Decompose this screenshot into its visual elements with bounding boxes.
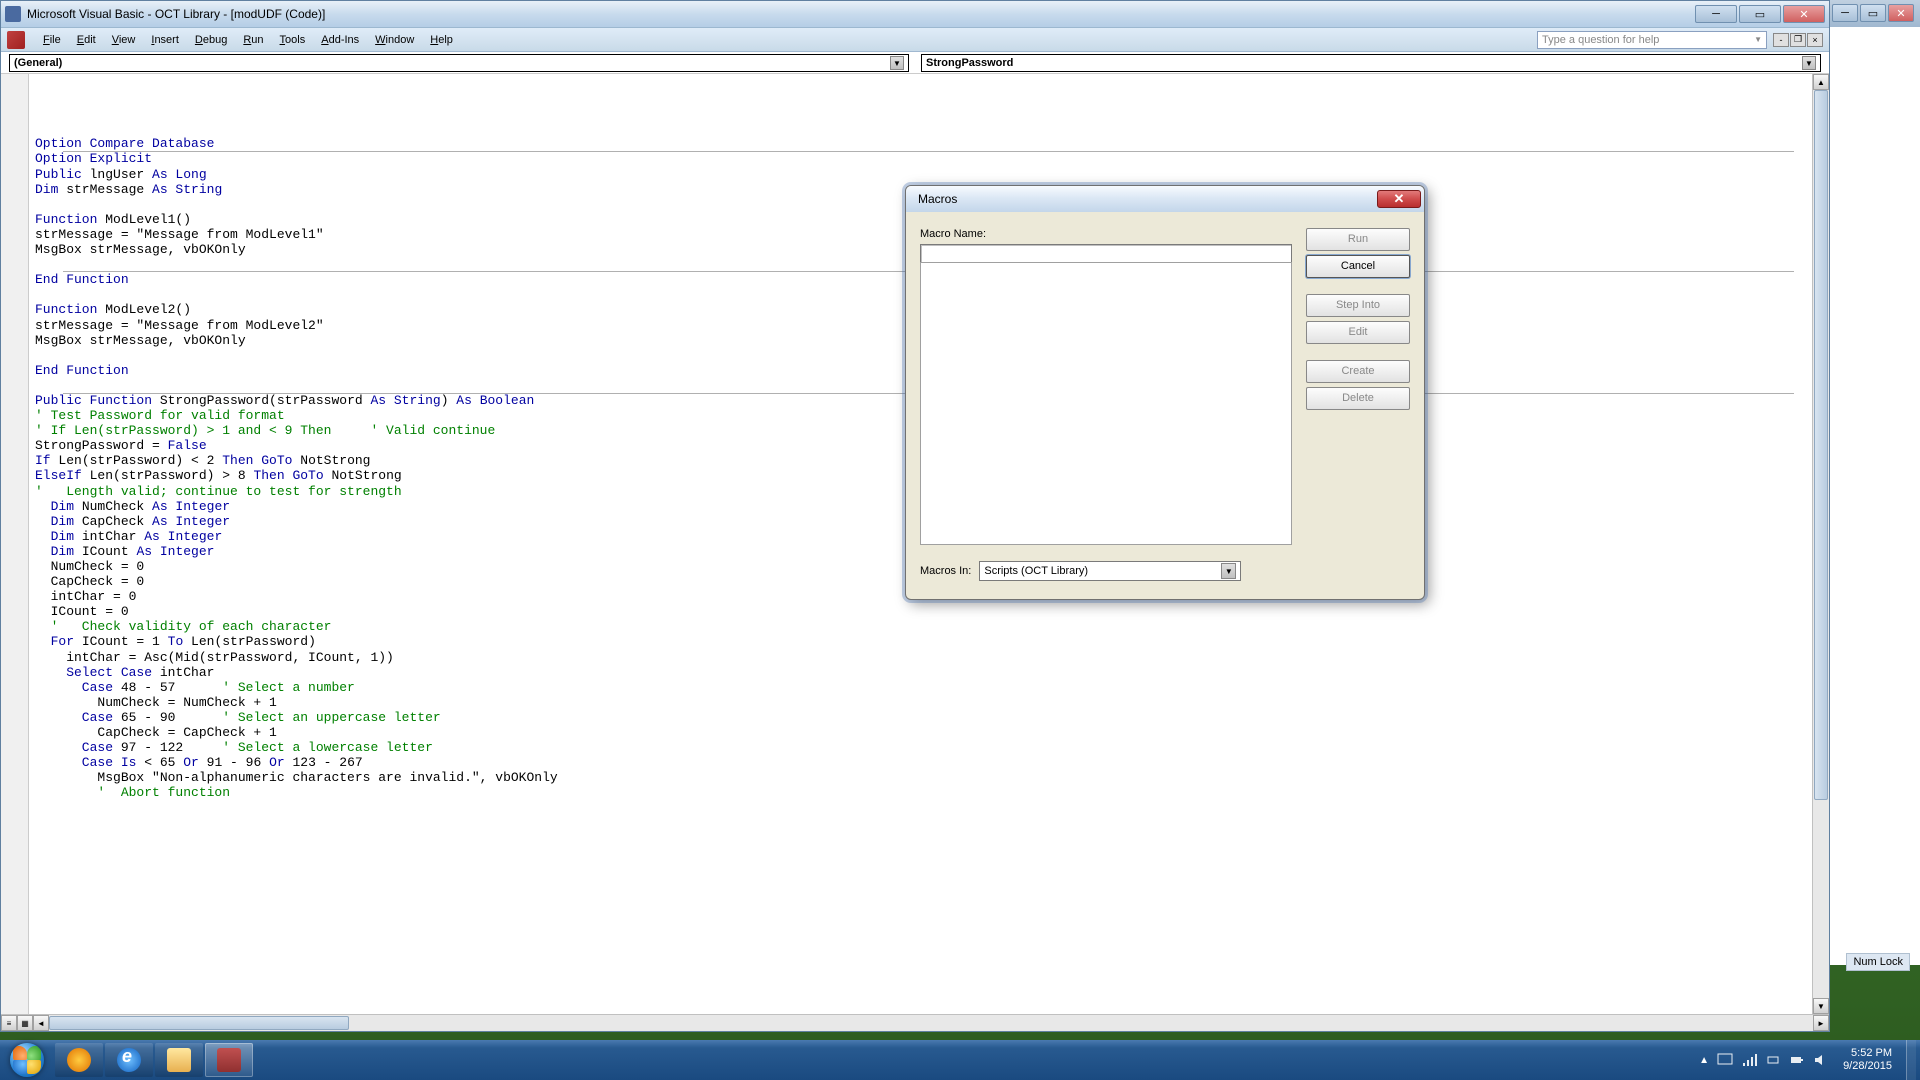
macros-in-label: Macros In: bbox=[920, 565, 971, 577]
macros-dialog: Macros ✕ Macro Name: Run Cancel Step Int… bbox=[905, 185, 1425, 600]
taskbar-explorer[interactable] bbox=[155, 1043, 203, 1077]
procedure-combo[interactable]: StrongPassword ▼ bbox=[921, 54, 1821, 72]
run-button: Run bbox=[1306, 228, 1410, 251]
show-desktop-button[interactable] bbox=[1906, 1040, 1916, 1080]
titlebar: Microsoft Visual Basic - OCT Library - [… bbox=[1, 1, 1829, 28]
windows-icon bbox=[10, 1043, 44, 1077]
scroll-up-icon[interactable]: ▲ bbox=[1813, 74, 1829, 90]
macro-name-label: Macro Name: bbox=[920, 228, 1292, 240]
dialog-title: Macros bbox=[918, 192, 957, 206]
mdi-restore-button[interactable]: ❐ bbox=[1790, 33, 1806, 47]
chevron-down-icon[interactable]: ▼ bbox=[890, 56, 904, 70]
macro-list[interactable] bbox=[920, 262, 1292, 545]
chevron-down-icon[interactable]: ▼ bbox=[1221, 563, 1236, 579]
close-button[interactable]: ✕ bbox=[1783, 5, 1825, 23]
power-icon[interactable] bbox=[1765, 1052, 1781, 1068]
clock-time: 5:52 PM bbox=[1843, 1047, 1892, 1060]
create-button: Create bbox=[1306, 360, 1410, 383]
object-combo[interactable]: (General) ▼ bbox=[9, 54, 909, 72]
folder-icon bbox=[167, 1048, 191, 1072]
vertical-scrollbar[interactable]: ▲ ▼ bbox=[1812, 74, 1829, 1014]
scroll-thumb[interactable] bbox=[1814, 90, 1828, 800]
menu-tools[interactable]: Tools bbox=[272, 31, 314, 49]
taskbar-wmp[interactable] bbox=[55, 1043, 103, 1077]
scroll-down-icon[interactable]: ▼ bbox=[1813, 998, 1829, 1014]
app-icon bbox=[5, 6, 21, 22]
menu-edit[interactable]: Edit bbox=[69, 31, 104, 49]
macro-name-input[interactable] bbox=[920, 244, 1292, 263]
scroll-left-icon[interactable]: ◄ bbox=[33, 1015, 49, 1031]
scroll-right-icon[interactable]: ► bbox=[1813, 1015, 1829, 1031]
action-center-icon[interactable] bbox=[1717, 1052, 1733, 1068]
taskbar-access[interactable] bbox=[205, 1043, 253, 1077]
tray-overflow-icon[interactable]: ▲ bbox=[1699, 1055, 1709, 1066]
maximize-button[interactable]: ▭ bbox=[1739, 5, 1781, 23]
scroll-thumb[interactable] bbox=[49, 1016, 349, 1030]
macros-in-value: Scripts (OCT Library) bbox=[984, 565, 1088, 577]
mdi-close-button[interactable]: × bbox=[1807, 33, 1823, 47]
menu-addins[interactable]: Add-Ins bbox=[313, 31, 367, 49]
clock[interactable]: 5:52 PM 9/28/2015 bbox=[1837, 1047, 1898, 1073]
horizontal-scrollbar[interactable] bbox=[49, 1015, 1813, 1031]
object-combo-value: (General) bbox=[14, 57, 62, 69]
internet-explorer-icon bbox=[117, 1048, 141, 1072]
dialog-titlebar: Macros ✕ bbox=[906, 186, 1424, 212]
bg-close-button[interactable]: ✕ bbox=[1888, 4, 1914, 22]
status-numlock: Num Lock bbox=[1846, 953, 1910, 971]
procedure-combo-value: StrongPassword bbox=[926, 57, 1013, 69]
mdi-minimize-button[interactable]: - bbox=[1773, 33, 1789, 47]
step-into-button: Step Into bbox=[1306, 294, 1410, 317]
menu-window[interactable]: Window bbox=[367, 31, 422, 49]
network-icon[interactable] bbox=[1741, 1052, 1757, 1068]
menu-file[interactable]: File bbox=[35, 31, 69, 49]
view-full-button[interactable]: ▦ bbox=[17, 1015, 33, 1031]
clock-date: 9/28/2015 bbox=[1843, 1060, 1892, 1073]
battery-icon[interactable] bbox=[1789, 1052, 1805, 1068]
taskbar: ▲ 5:52 PM 9/28/2015 bbox=[0, 1040, 1920, 1080]
bg-minimize-button[interactable]: ─ bbox=[1832, 4, 1858, 22]
edit-button: Edit bbox=[1306, 321, 1410, 344]
bg-restore-button[interactable]: ▭ bbox=[1860, 4, 1886, 22]
access-icon bbox=[217, 1048, 241, 1072]
menu-view[interactable]: View bbox=[104, 31, 144, 49]
help-search-input[interactable]: Type a question for help ▼ bbox=[1537, 31, 1767, 49]
access-icon bbox=[7, 31, 25, 49]
cancel-button[interactable]: Cancel bbox=[1306, 255, 1410, 278]
menu-insert[interactable]: Insert bbox=[143, 31, 187, 49]
window-title: Microsoft Visual Basic - OCT Library - [… bbox=[27, 7, 1695, 21]
minimize-button[interactable]: ─ bbox=[1695, 5, 1737, 23]
chevron-down-icon[interactable]: ▼ bbox=[1802, 56, 1816, 70]
delete-button: Delete bbox=[1306, 387, 1410, 410]
help-placeholder: Type a question for help bbox=[1542, 34, 1659, 46]
taskbar-ie[interactable] bbox=[105, 1043, 153, 1077]
media-player-icon bbox=[67, 1048, 91, 1072]
menu-run[interactable]: Run bbox=[235, 31, 271, 49]
dialog-close-button[interactable]: ✕ bbox=[1377, 190, 1421, 208]
macros-in-combo[interactable]: Scripts (OCT Library) ▼ bbox=[979, 561, 1241, 581]
margin-gutter bbox=[1, 74, 29, 1014]
chevron-down-icon: ▼ bbox=[1754, 35, 1762, 44]
volume-icon[interactable] bbox=[1813, 1052, 1829, 1068]
start-button[interactable] bbox=[0, 1040, 54, 1080]
menu-debug[interactable]: Debug bbox=[187, 31, 235, 49]
menubar: File Edit View Insert Debug Run Tools Ad… bbox=[1, 28, 1829, 52]
menu-help[interactable]: Help bbox=[422, 31, 461, 49]
system-tray: ▲ 5:52 PM 9/28/2015 bbox=[1699, 1040, 1920, 1080]
view-proc-button[interactable]: ≡ bbox=[1, 1015, 17, 1031]
